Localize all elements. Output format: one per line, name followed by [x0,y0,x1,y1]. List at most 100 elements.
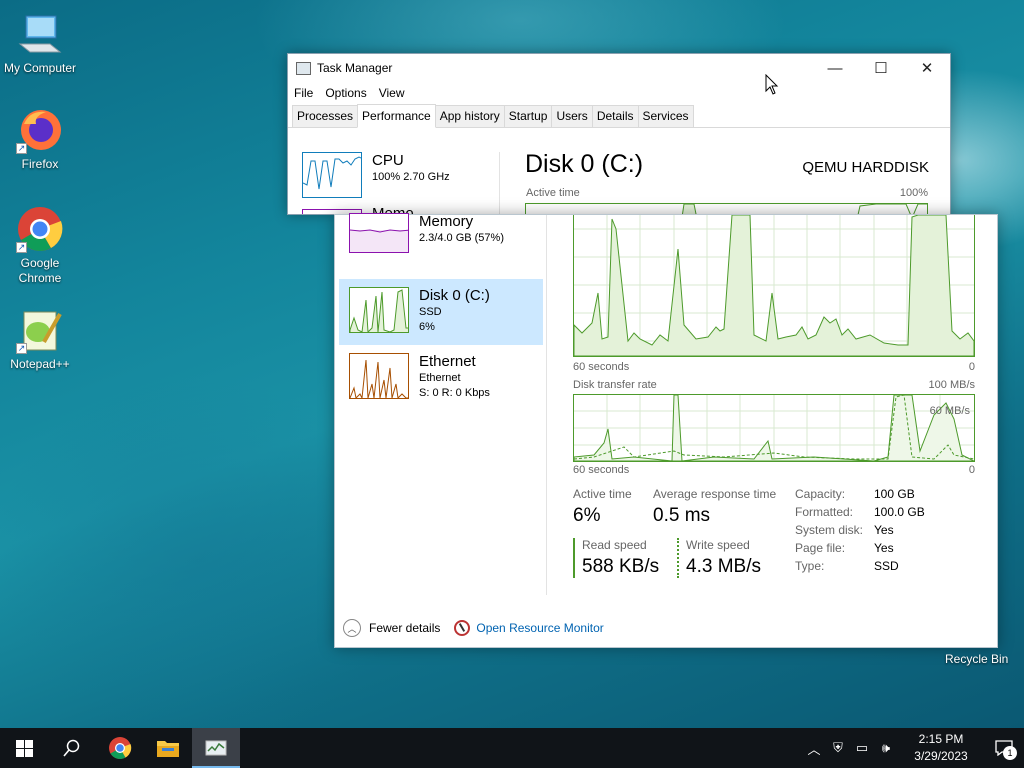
disk-model: QEMU HARDDISK [802,159,929,176]
search-button[interactable] [48,728,96,768]
transfer-caption: Disk transfer rate 100 MB/s [573,379,975,391]
stat-write-speed: Write speed 4.3 MB/s [677,538,761,578]
transfer-chart-inline-label: 60 MB/s [929,405,970,417]
active-time-chart-max: 100% [899,187,928,199]
search-icon [63,739,80,757]
chevron-up-icon[interactable]: ︿ [802,739,826,758]
prop-capacity: Capacity: 100 GB [795,487,915,501]
memory-label: Memory [419,213,474,230]
start-button[interactable] [0,728,48,768]
clock[interactable]: 2:15 PM 3/29/2023 [906,731,976,765]
action-center-button[interactable]: 1 [984,728,1024,768]
system-tray: ︿ ⛨ ▭ 🕪 2:15 PM 3/29/2023 1 [802,728,1024,768]
chevron-up-icon[interactable]: ︿ [343,619,361,637]
sidebar-item-disk[interactable]: Disk 0 (C:) SSD 6% [339,279,543,345]
prop-page-file: Page file: Yes [795,541,894,555]
tab-users[interactable]: Users [551,105,593,127]
pane-divider-lower [546,215,547,595]
tab-services[interactable]: Services [637,105,694,127]
taskbar-file-explorer[interactable] [144,728,192,768]
notepadpp-icon: ↗ [16,306,64,354]
prop-system-disk: System disk: Yes [795,523,894,537]
taskbar-task-manager[interactable] [192,728,240,768]
clock-date: 3/29/2023 [914,749,968,763]
resource-monitor-icon [454,620,471,636]
desktop-icon-recycle-bin[interactable]: Recycle Bin [945,652,1008,666]
firefox-icon: ↗ [16,106,64,154]
fewer-details-button[interactable]: Fewer details [369,621,440,635]
stat-avg-response: Average response time 0.5 ms [653,487,777,526]
ethernet-throughput: S: 0 R: 0 Kbps [419,387,490,399]
windows-logo-icon [15,739,33,757]
disk-thumbnail [349,287,409,333]
detail-header: Disk 0 (C:) QEMU HARDDISK [525,150,929,179]
menu-options[interactable]: Options [325,86,366,100]
cpu-thumbnail [302,152,362,198]
disk-label: Disk 0 (C:) [419,287,490,304]
maximize-button[interactable]: ☐ [858,54,904,82]
desktop-icon-chrome[interactable]: ↗ Google Chrome [0,205,80,286]
shortcut-arrow-icon: ↗ [16,242,27,253]
menu-file[interactable]: File [294,86,313,100]
close-button[interactable]: ✕ [904,54,950,82]
sidebar-item-memory[interactable]: Memory 2.3/4.0 GB (57%) [339,213,543,279]
active-time-x-left: 60 seconds [573,361,630,373]
computer-icon [16,10,64,58]
menu-bar: File Options View [288,82,950,104]
task-manager-window-body: Memory 2.3/4.0 GB (57%) Disk 0 (C:) SSD … [334,213,998,648]
cpu-usage: 100% 2.70 GHz [372,171,450,183]
volume-icon[interactable]: 🕪 [874,740,898,756]
memory-usage: 2.3/4.0 GB (57%) [419,232,504,244]
stat-active-time: Active time 6% [573,487,632,526]
task-manager-window-top: Task Manager — ☐ ✕ File Options View Pro… [287,53,951,215]
tab-app-history[interactable]: App history [434,105,505,127]
task-manager-icon [296,61,311,75]
menu-view[interactable]: View [379,86,405,100]
clock-time: 2:15 PM [918,732,964,746]
window-title: Task Manager [317,61,393,75]
sidebar-item-ethernet[interactable]: Ethernet Ethernet S: 0 R: 0 Kbps [339,345,543,411]
folder-icon [157,741,179,757]
transfer-axis: 60 seconds 0 [573,464,975,476]
task-manager-icon [205,740,227,756]
minimize-button[interactable]: — [812,54,858,82]
mouse-cursor-icon [765,73,779,99]
active-time-x-right: 0 [968,361,975,373]
tab-details[interactable]: Details [591,105,639,127]
tab-performance[interactable]: Performance [357,104,436,128]
stat-read-speed: Read speed 588 KB/s [573,538,659,578]
ethernet-label: Ethernet [419,353,476,370]
tab-strip: Processes Performance App history Startu… [288,104,950,128]
chrome-icon: ↗ [16,205,64,253]
network-icon[interactable]: ▭ [850,740,874,756]
active-time-chart [573,214,975,357]
open-resource-monitor-link[interactable]: Open Resource Monitor [476,621,603,635]
sidebar: Memory 2.3/4.0 GB (57%) Disk 0 (C:) SSD … [339,213,543,411]
cpu-label: CPU [372,152,404,169]
disk-usage: 6% [419,321,435,333]
tab-startup[interactable]: Startup [503,105,553,127]
transfer-x-left: 60 seconds [573,464,630,476]
desktop-icon-firefox[interactable]: ↗ Firefox [0,106,80,172]
ethernet-adapter: Ethernet [419,372,461,384]
taskbar: ︿ ⛨ ▭ 🕪 2:15 PM 3/29/2023 1 [0,728,1024,768]
active-time-chart-label: Active time [526,187,580,199]
pane-divider [499,152,500,214]
disk-properties: Capacity: 100 GB Formatted: 100.0 GB Syste… [795,487,925,577]
title-bar[interactable]: Task Manager — ☐ ✕ [288,54,950,82]
active-time-axis: 60 seconds 0 [573,361,975,373]
transfer-chart-max: 100 MB/s [928,379,975,391]
shortcut-arrow-icon: ↗ [16,343,27,354]
prop-formatted: Formatted: 100.0 GB [795,505,925,519]
tab-processes[interactable]: Processes [292,105,359,127]
transfer-x-right: 0 [968,464,975,476]
desktop-icon-notepadpp[interactable]: ↗ Notepad++ [0,306,80,372]
taskbar-chrome[interactable] [96,728,144,768]
footer-bar: ︿ Fewer details Open Resource Monitor [335,609,997,647]
active-time-caption: Active time 100% [526,187,928,199]
memory-thumbnail [349,213,409,253]
sidebar-item-cpu[interactable]: CPU 100% 2.70 GHz [292,144,496,210]
desktop-icon-my-computer[interactable]: My Computer [0,10,80,76]
ethernet-thumbnail [349,353,409,399]
security-icon[interactable]: ⛨ [826,740,850,756]
